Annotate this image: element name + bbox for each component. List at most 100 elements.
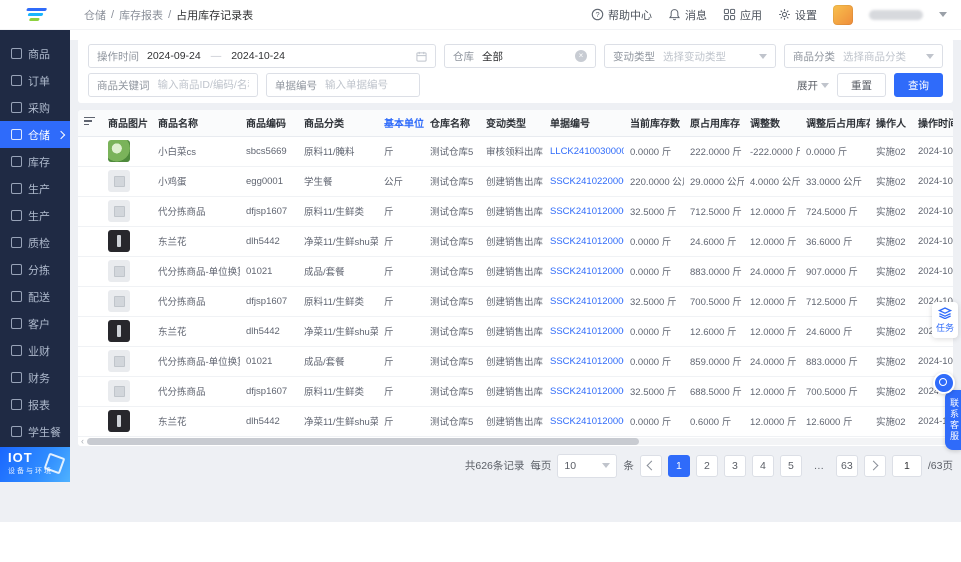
cell-after: 12.6000 斤 (800, 406, 870, 437)
row-select-cell[interactable] (78, 256, 102, 287)
date-end-value[interactable]: 2024-10-24 (231, 50, 285, 62)
category-select[interactable]: 商品分类 选择商品分类 (784, 44, 943, 68)
sidebar-item-配送[interactable]: 配送 (0, 283, 70, 310)
document-number-link[interactable]: SSCK24101200002 (550, 386, 624, 397)
page-button-2[interactable]: 2 (695, 454, 718, 477)
page-button-3[interactable]: 3 (723, 454, 746, 477)
per-page-select[interactable]: 10 (557, 453, 618, 478)
help-center-button[interactable]: ? 帮助中心 (591, 7, 652, 23)
document-number-field[interactable]: 单据编号 (266, 73, 420, 97)
row-select-cell[interactable] (78, 226, 102, 257)
sidebar-item-采购[interactable]: 采购 (0, 94, 70, 121)
cell-unit: 斤 (378, 286, 424, 317)
sidebar-item-报表[interactable]: 报表 (0, 391, 70, 418)
scroll-left-icon[interactable]: ‹ (81, 436, 84, 446)
sidebar-item-质检[interactable]: 质检 (0, 229, 70, 256)
document-number-link[interactable]: SSCK24101200003 (550, 266, 624, 277)
document-number-link[interactable]: SSCK24101200003 (550, 236, 624, 247)
column-header-操作时间[interactable]: 操作时间 (912, 110, 953, 137)
scrollbar-thumb[interactable] (87, 437, 640, 445)
column-header-调整数[interactable]: 调整数 (744, 110, 800, 137)
app-logo[interactable] (0, 8, 70, 21)
page-button-63[interactable]: 63 (835, 454, 858, 477)
sidebar-item-库存[interactable]: 库存 (0, 148, 70, 175)
iot-logo[interactable]: IOT 设备与环境 (0, 447, 70, 482)
tasks-float-button[interactable]: 任务 (932, 302, 958, 338)
page-button-5[interactable]: 5 (779, 454, 802, 477)
sidebar-item-业财[interactable]: 业财 (0, 337, 70, 364)
cell-after: 883.0000 斤 (800, 346, 870, 377)
reset-button[interactable]: 重置 (837, 73, 886, 97)
headset-icon[interactable] (933, 372, 955, 394)
settings-button[interactable]: 设置 (778, 7, 817, 23)
sidebar-item-仓储[interactable]: 仓储 (0, 121, 70, 148)
page-button-1[interactable]: 1 (667, 454, 690, 477)
column-header-基本单位[interactable]: 基本单位 (378, 110, 424, 137)
document-number-input[interactable] (325, 79, 411, 91)
document-number-link[interactable]: SSCK24101200003 (550, 296, 624, 307)
breadcrumb-item[interactable]: 库存报表 (119, 7, 163, 23)
row-select-cell[interactable] (78, 346, 102, 377)
next-page-button[interactable] (863, 454, 886, 477)
row-select-cell[interactable] (78, 376, 102, 407)
date-range-picker[interactable]: 操作时间 2024-09-24 — 2024-10-24 (88, 44, 436, 68)
scrollbar-track[interactable] (87, 437, 950, 445)
column-header-单据编号[interactable]: 单据编号 (544, 110, 624, 137)
user-menu-chevron-down-icon[interactable] (939, 12, 947, 17)
sidebar-item-学生餐[interactable]: 学生餐 (0, 418, 70, 445)
sidebar-item-分拣[interactable]: 分拣 (0, 256, 70, 283)
horizontal-scrollbar[interactable]: ‹ (78, 436, 953, 446)
column-settings-header[interactable] (78, 110, 102, 137)
product-image (108, 410, 130, 432)
keyword-field[interactable]: 商品关键词 (88, 73, 258, 97)
column-header-原占用库存[interactable]: 原占用库存 (684, 110, 744, 137)
change-type-select[interactable]: 变动类型 选择变动类型 (604, 44, 776, 68)
apps-button[interactable]: 应用 (723, 7, 762, 23)
page-button-4[interactable]: 4 (751, 454, 774, 477)
document-number-link[interactable]: SSCK24101200004 (550, 206, 624, 217)
messages-button[interactable]: 消息 (668, 7, 707, 23)
row-select-cell[interactable] (78, 136, 102, 167)
cell-current: 32.5000 斤 (624, 376, 684, 407)
product-image-cell (102, 226, 152, 257)
warehouse-select[interactable]: 仓库 全部 × (444, 44, 596, 68)
document-number-link[interactable]: SSCK24101200002 (550, 356, 624, 367)
clear-selection-icon[interactable]: × (575, 50, 587, 62)
search-button[interactable]: 查询 (894, 73, 943, 97)
user-avatar[interactable] (833, 4, 853, 25)
row-select-cell[interactable] (78, 286, 102, 317)
row-select-cell[interactable] (78, 196, 102, 227)
column-header-调整后占用库存[interactable]: 调整后占用库存 (800, 110, 870, 137)
column-header-仓库名称[interactable]: 仓库名称 (424, 110, 480, 137)
column-header-商品名称[interactable]: 商品名称 (152, 110, 240, 137)
prev-page-button[interactable] (639, 454, 662, 477)
document-number-link[interactable]: SSCK24101200002 (550, 326, 624, 337)
document-number-link[interactable]: SSCK24102200001 (550, 176, 624, 187)
row-select-cell[interactable] (78, 166, 102, 197)
sidebar-item-订单[interactable]: 订单 (0, 67, 70, 94)
row-select-cell[interactable] (78, 316, 102, 347)
cell-time: 2024-10-2 (912, 136, 953, 167)
customer-service-float-button[interactable]: 联系客服 (945, 390, 961, 450)
expand-filters-link[interactable]: 展开 (797, 78, 829, 93)
column-header-商品编码[interactable]: 商品编码 (240, 110, 298, 137)
document-number-link[interactable]: LLCK24100300001 (550, 146, 624, 157)
page-jump-input[interactable] (891, 454, 922, 477)
chevron-down-icon (602, 463, 611, 468)
column-header-操作人[interactable]: 操作人 (870, 110, 912, 137)
row-select-cell[interactable] (78, 406, 102, 437)
column-header-商品分类[interactable]: 商品分类 (298, 110, 378, 137)
column-header-当前库存数[interactable]: 当前库存数 (624, 110, 684, 137)
sidebar-item-生产[interactable]: 生产 (0, 202, 70, 229)
sidebar-item-财务[interactable]: 财务 (0, 364, 70, 391)
keyword-input[interactable] (157, 79, 249, 91)
sidebar-item-客户[interactable]: 客户 (0, 310, 70, 337)
cell-unit: 斤 (378, 346, 424, 377)
column-header-变动类型[interactable]: 变动类型 (480, 110, 544, 137)
sidebar-item-生产[interactable]: 生产 (0, 175, 70, 202)
breadcrumb-item[interactable]: 仓储 (84, 7, 106, 23)
document-number-link[interactable]: SSCK24101200001 (550, 416, 624, 427)
column-header-商品图片[interactable]: 商品图片 (102, 110, 152, 137)
sidebar-item-商品[interactable]: 商品 (0, 40, 70, 67)
date-start-value[interactable]: 2024-09-24 (147, 50, 201, 62)
